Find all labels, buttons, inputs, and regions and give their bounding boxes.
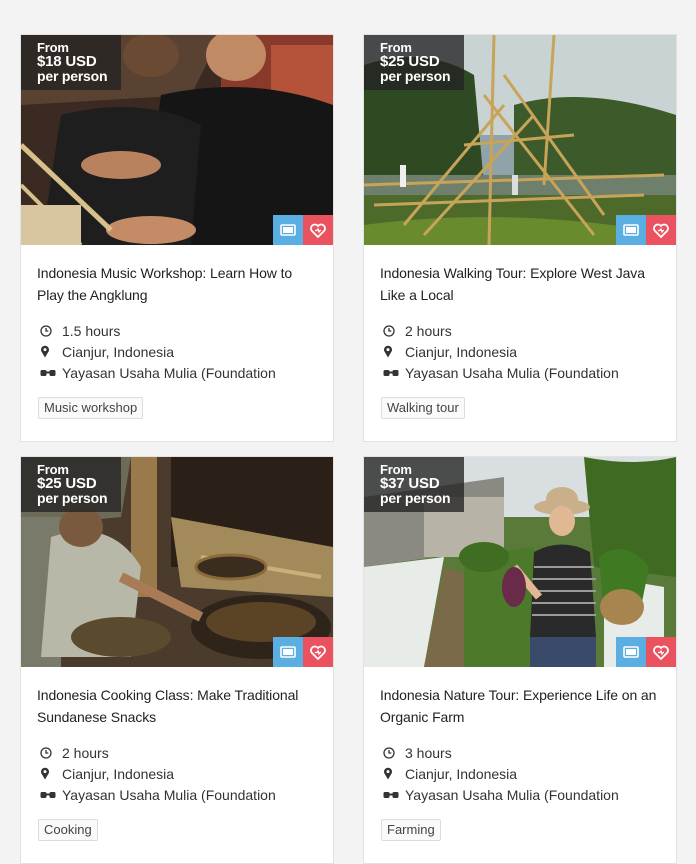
price-amount: $25 USD: [380, 53, 440, 70]
price-badge: From $37 USD per person: [364, 457, 465, 512]
info-button[interactable]: [616, 215, 646, 245]
experience-title[interactable]: Indonesia Cooking Class: Make Traditiona…: [37, 684, 317, 728]
location-row: Cianjur, Indonesia: [380, 763, 676, 784]
experience-photo[interactable]: From $25 USD per person: [21, 457, 333, 667]
location-text: Cianjur, Indonesia: [62, 343, 175, 360]
heart-icon: [653, 223, 669, 238]
price-badge: From $25 USD per person: [21, 457, 122, 512]
host-text[interactable]: Yayasan Usaha Mulia (Foundation: [405, 365, 619, 381]
info-card-icon: [280, 646, 296, 658]
category-tag[interactable]: Walking tour: [381, 397, 465, 419]
host-row: Yayasan Usaha Mulia (Foundation: [37, 784, 333, 805]
like-button[interactable]: [646, 637, 676, 667]
map-pin-icon: [40, 767, 62, 781]
price-amount: $37 USD: [380, 475, 440, 492]
map-pin-icon: [383, 767, 405, 781]
duration-text: 2 hours: [62, 744, 109, 761]
heart-icon: [310, 645, 326, 660]
host-row: Yayasan Usaha Mulia (Foundation: [380, 362, 676, 383]
price-per-label: per person: [380, 490, 451, 506]
heart-icon: [310, 223, 326, 238]
experience-photo[interactable]: From $18 USD per person: [21, 35, 333, 245]
clock-icon: [40, 324, 62, 338]
map-pin-icon: [40, 345, 62, 359]
like-button[interactable]: [646, 215, 676, 245]
location-text: Cianjur, Indonesia: [62, 765, 175, 782]
price-badge: From $18 USD per person: [21, 35, 122, 90]
duration-row: 3 hours: [380, 742, 676, 763]
info-card-icon: [623, 224, 639, 236]
clock-icon: [383, 324, 405, 338]
experience-title[interactable]: Indonesia Walking Tour: Explore West Jav…: [380, 262, 660, 306]
experience-title[interactable]: Indonesia Music Workshop: Learn How to P…: [37, 262, 317, 306]
experience-photo[interactable]: From $37 USD per person: [364, 457, 676, 667]
host-glasses-icon: [40, 366, 62, 380]
host-text[interactable]: Yayasan Usaha Mulia (Foundation: [62, 365, 276, 381]
like-button[interactable]: [303, 637, 333, 667]
location-row: Cianjur, Indonesia: [37, 763, 333, 784]
duration-row: 1.5 hours: [37, 320, 333, 341]
duration-text: 1.5 hours: [62, 322, 121, 339]
price-per-label: per person: [37, 68, 108, 84]
location-text: Cianjur, Indonesia: [405, 343, 518, 360]
duration-text: 2 hours: [405, 322, 452, 339]
info-button[interactable]: [616, 637, 646, 667]
category-tag[interactable]: Farming: [381, 819, 441, 841]
info-button[interactable]: [273, 215, 303, 245]
price-per-label: per person: [380, 68, 451, 84]
experience-card-nature-tour[interactable]: From $37 USD per person Indonesia Nature…: [363, 456, 677, 864]
host-glasses-icon: [383, 366, 405, 380]
duration-row: 2 hours: [380, 320, 676, 341]
host-row: Yayasan Usaha Mulia (Foundation: [380, 784, 676, 805]
experience-card-cooking-class[interactable]: From $25 USD per person Indonesia Cookin…: [20, 456, 334, 864]
info-card-icon: [280, 224, 296, 236]
experience-meta: 2 hours Cianjur, Indonesia Yayasan Usaha…: [37, 742, 333, 805]
duration-text: 3 hours: [405, 744, 452, 761]
location-text: Cianjur, Indonesia: [405, 765, 518, 782]
experience-card-walking-tour[interactable]: From $25 USD per person Indonesia Walkin…: [363, 34, 677, 442]
info-card-icon: [623, 646, 639, 658]
experience-photo[interactable]: From $25 USD per person: [364, 35, 676, 245]
experience-meta: 2 hours Cianjur, Indonesia Yayasan Usaha…: [380, 320, 676, 383]
price-amount: $25 USD: [37, 475, 97, 492]
duration-row: 2 hours: [37, 742, 333, 763]
host-text[interactable]: Yayasan Usaha Mulia (Foundation: [62, 787, 276, 803]
like-button[interactable]: [303, 215, 333, 245]
host-glasses-icon: [383, 788, 405, 802]
clock-icon: [40, 746, 62, 760]
category-tag[interactable]: Music workshop: [38, 397, 144, 419]
experience-meta: 3 hours Cianjur, Indonesia Yayasan Usaha…: [380, 742, 676, 805]
host-row: Yayasan Usaha Mulia (Foundation: [37, 362, 333, 383]
price-amount: $18 USD: [37, 53, 97, 70]
experience-grid: From $18 USD per person Indonesia Music …: [0, 0, 696, 864]
map-pin-icon: [383, 345, 405, 359]
location-row: Cianjur, Indonesia: [37, 341, 333, 362]
experience-title[interactable]: Indonesia Nature Tour: Experience Life o…: [380, 684, 660, 728]
heart-icon: [653, 645, 669, 660]
host-glasses-icon: [40, 788, 62, 802]
category-tag[interactable]: Cooking: [38, 819, 98, 841]
clock-icon: [383, 746, 405, 760]
experience-meta: 1.5 hours Cianjur, Indonesia Yayasan Usa…: [37, 320, 333, 383]
host-text[interactable]: Yayasan Usaha Mulia (Foundation: [405, 787, 619, 803]
info-button[interactable]: [273, 637, 303, 667]
price-badge: From $25 USD per person: [364, 35, 465, 90]
location-row: Cianjur, Indonesia: [380, 341, 676, 362]
experience-card-music-workshop[interactable]: From $18 USD per person Indonesia Music …: [20, 34, 334, 442]
price-per-label: per person: [37, 490, 108, 506]
